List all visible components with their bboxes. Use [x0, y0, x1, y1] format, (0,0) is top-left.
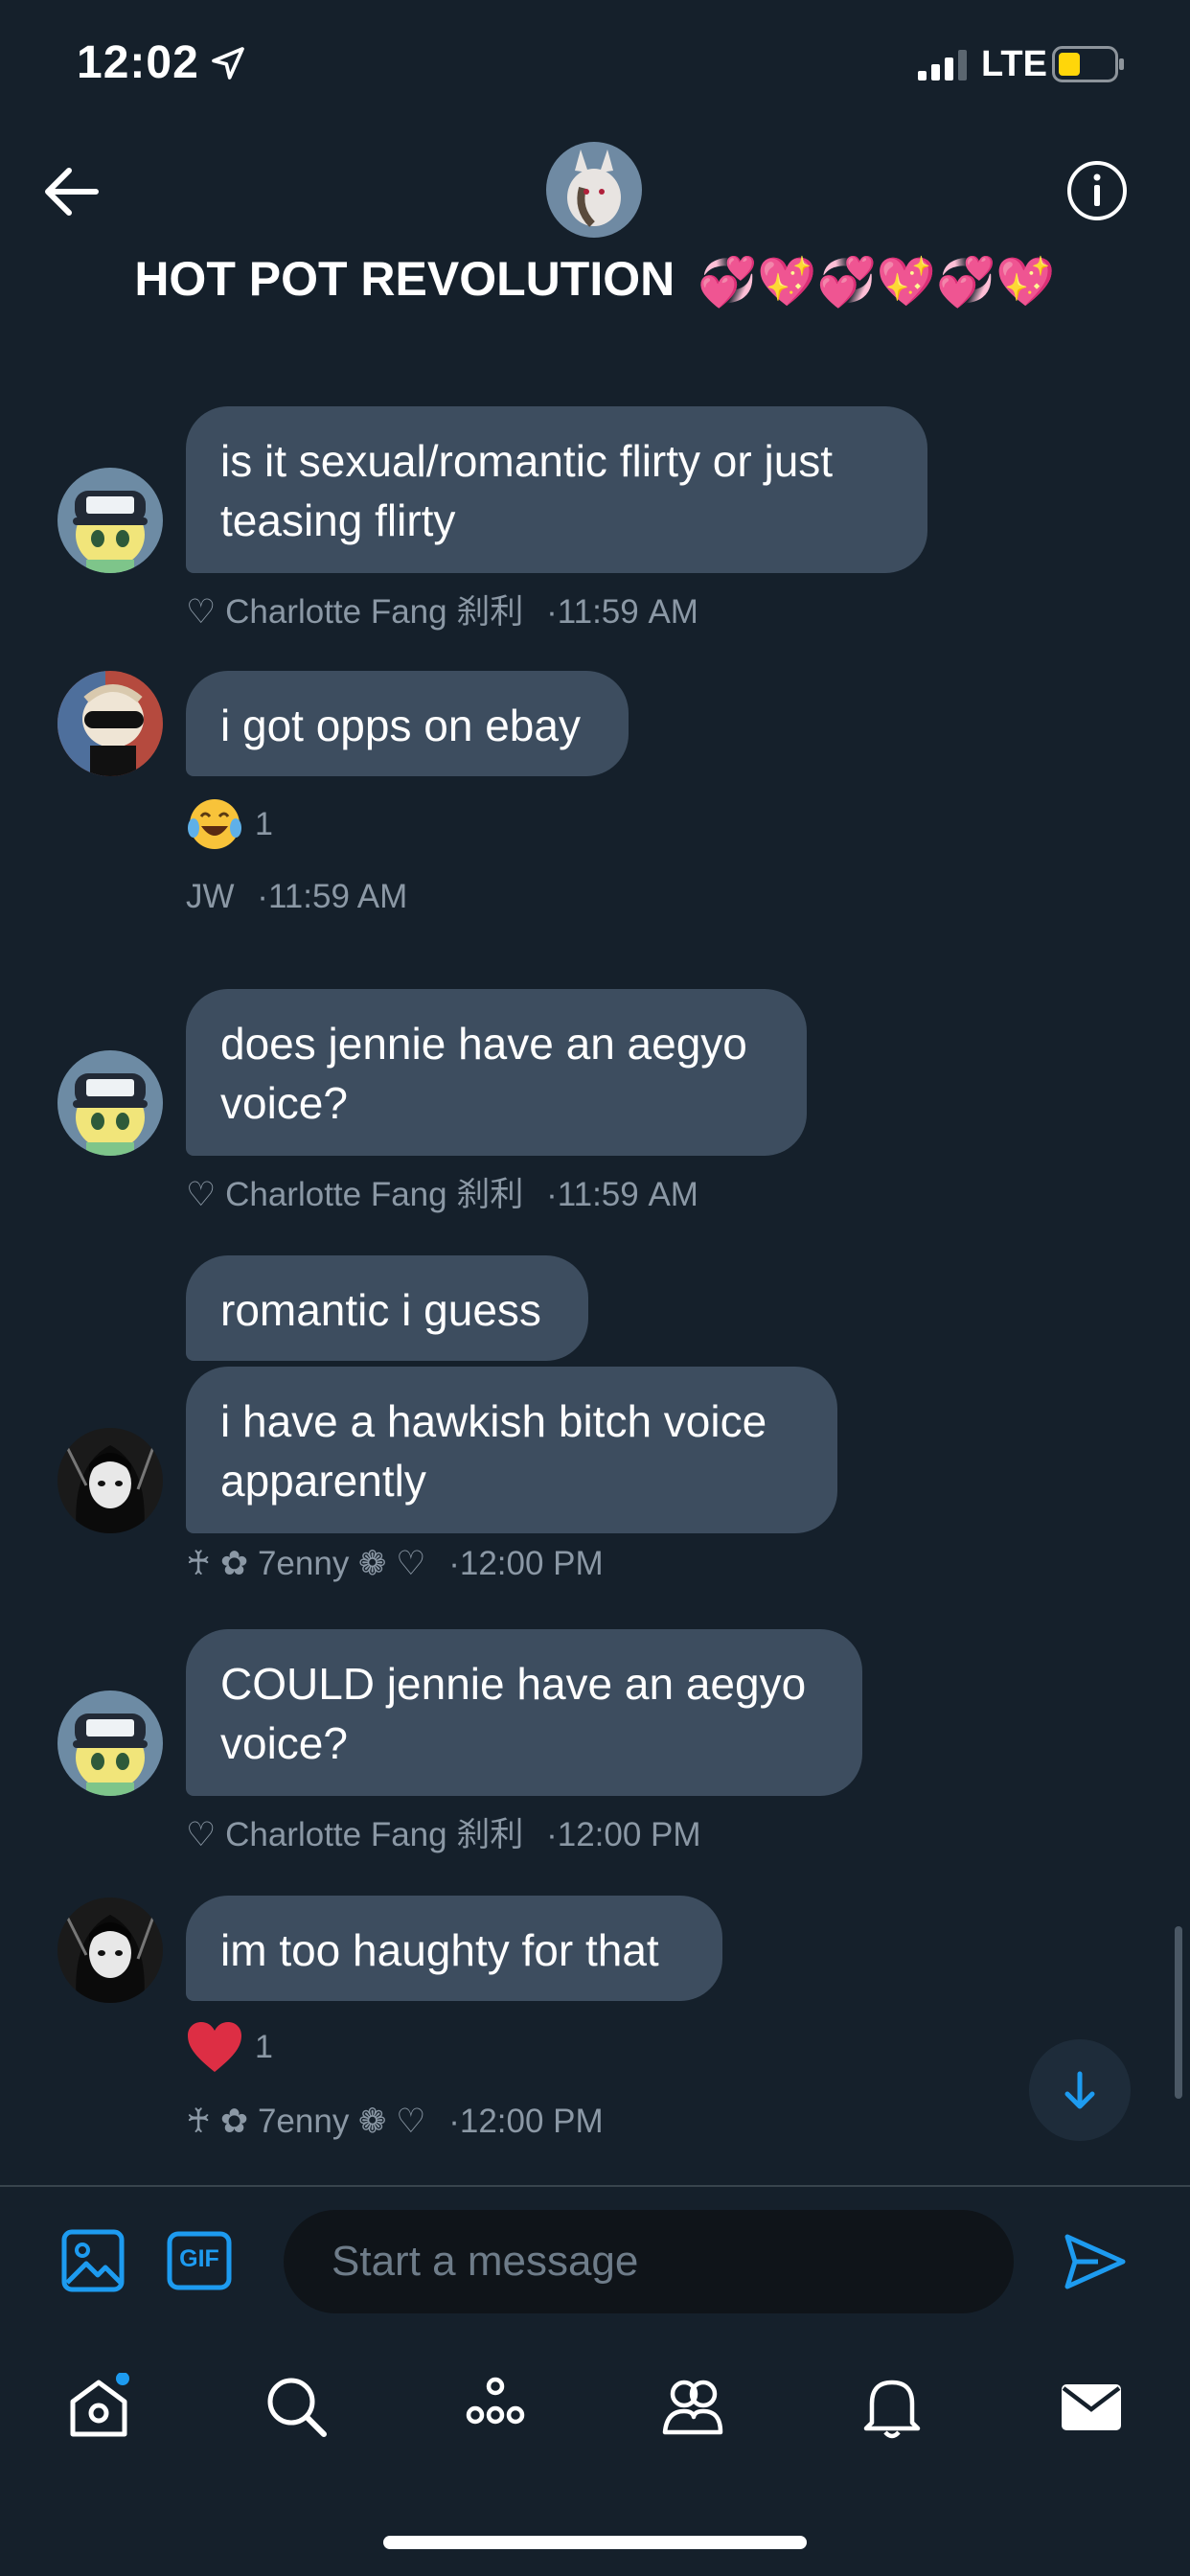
gif-label: GIF	[179, 2245, 219, 2272]
home-indicator[interactable]	[383, 2536, 807, 2549]
message-bubble[interactable]: romantic i guess	[186, 1255, 588, 1361]
message-meta: ♡ Charlotte Fang 刹利 ·11:59 AM	[186, 1167, 698, 1216]
info-icon[interactable]	[1065, 159, 1129, 222]
red-heart-emoji-icon	[188, 2022, 241, 2072]
avatar-charlotte[interactable]	[57, 1050, 163, 1156]
avatar-charlotte[interactable]	[57, 1690, 163, 1796]
back-arrow-icon[interactable]	[38, 163, 105, 220]
message-bubble[interactable]: i got opps on ebay	[186, 671, 629, 776]
message-bubble[interactable]: is it sexual/romantic flirty or just tea…	[186, 406, 927, 573]
message-reaction[interactable]: 1	[186, 2020, 273, 2074]
conversation-title-text: HOT POT REVOLUTION	[134, 252, 675, 306]
cellular-signal-icon	[918, 50, 967, 80]
avatar-charlotte[interactable]	[57, 468, 163, 573]
message-meta: ♡ Charlotte Fang 刹利 ·12:00 PM	[186, 1807, 701, 1856]
tab-bar	[0, 2338, 1190, 2482]
message-time: 12:00 PM	[459, 2103, 604, 2140]
avatar-7enny[interactable]	[57, 1898, 163, 2003]
meta-separator: ·	[257, 878, 268, 915]
network-type: LTE	[981, 44, 1047, 84]
communities-icon[interactable]	[659, 2373, 726, 2440]
sender-name: ♰ ✿ 7enny ❁ ♡	[186, 2103, 426, 2140]
location-arrow-icon	[212, 47, 244, 80]
sender-name: ♡ Charlotte Fang 刹利	[186, 1816, 524, 1853]
image-icon[interactable]	[61, 2229, 125, 2292]
scrollbar-thumb[interactable]	[1175, 1926, 1182, 2099]
message-time: 12:00 PM	[557, 1816, 701, 1853]
arrow-down-icon	[1064, 2071, 1095, 2109]
status-bar: 12:02 LTE	[0, 0, 1190, 134]
conversation-title[interactable]: HOT POT REVOLUTION 💞💖💞💖💞💖	[0, 251, 1190, 310]
messages-envelope-icon[interactable]	[1058, 2373, 1125, 2440]
message-meta: ♡ Charlotte Fang 刹利 ·11:59 AM	[186, 585, 698, 633]
sender-name: ♰ ✿ 7enny ❁ ♡	[186, 1545, 426, 1582]
status-time: 12:02	[77, 37, 199, 88]
battery-icon	[1052, 46, 1124, 82]
laughing-tears-emoji-icon	[188, 799, 241, 849]
meta-separator: ·	[546, 1816, 558, 1853]
search-icon[interactable]	[263, 2373, 330, 2440]
notifications-bell-icon[interactable]	[858, 2373, 926, 2440]
sender-name: JW	[186, 878, 235, 915]
scroll-to-bottom-button[interactable]	[1029, 2039, 1131, 2141]
spaces-icon[interactable]	[462, 2373, 529, 2440]
meta-separator: ·	[448, 1545, 460, 1582]
avatar-7enny[interactable]	[57, 1428, 163, 1533]
meta-separator: ·	[546, 1176, 558, 1213]
message-bubble[interactable]: im too haughty for that	[186, 1896, 722, 2001]
message-time: 11:59 AM	[267, 878, 408, 915]
message-bubble[interactable]: does jennie have an aegyo voice?	[186, 989, 807, 1156]
message-input[interactable]	[284, 2210, 1014, 2313]
message-meta: JW ·11:59 AM	[186, 878, 407, 916]
message-meta: ♰ ✿ 7enny ❁ ♡ ·12:00 PM	[186, 2103, 604, 2141]
meta-separator: ·	[546, 593, 558, 631]
gif-button[interactable]: GIF	[167, 2231, 232, 2290]
meta-separator: ·	[448, 2103, 460, 2140]
message-bubble[interactable]: COULD jennie have an aegyo voice?	[186, 1629, 862, 1796]
send-icon[interactable]	[1064, 2233, 1127, 2290]
home-icon[interactable]	[65, 2373, 132, 2440]
message-reaction[interactable]: 1	[186, 795, 273, 853]
reaction-count: 1	[255, 805, 273, 842]
group-avatar[interactable]	[546, 142, 642, 238]
message-time: 11:59 AM	[557, 1176, 698, 1213]
message-time: 11:59 AM	[557, 593, 698, 631]
message-time: 12:00 PM	[459, 1545, 604, 1582]
sender-name: ♡ Charlotte Fang 刹利	[186, 1176, 524, 1213]
title-emoji: 💞💖💞💖💞💖	[698, 255, 1056, 310]
reaction-count: 1	[255, 2028, 273, 2065]
message-meta: ♰ ✿ 7enny ❁ ♡ ·12:00 PM	[186, 1545, 604, 1583]
avatar-jw[interactable]	[57, 671, 163, 776]
sender-name: ♡ Charlotte Fang 刹利	[186, 593, 524, 631]
message-bubble[interactable]: i have a hawkish bitch voice apparently	[186, 1367, 837, 1533]
